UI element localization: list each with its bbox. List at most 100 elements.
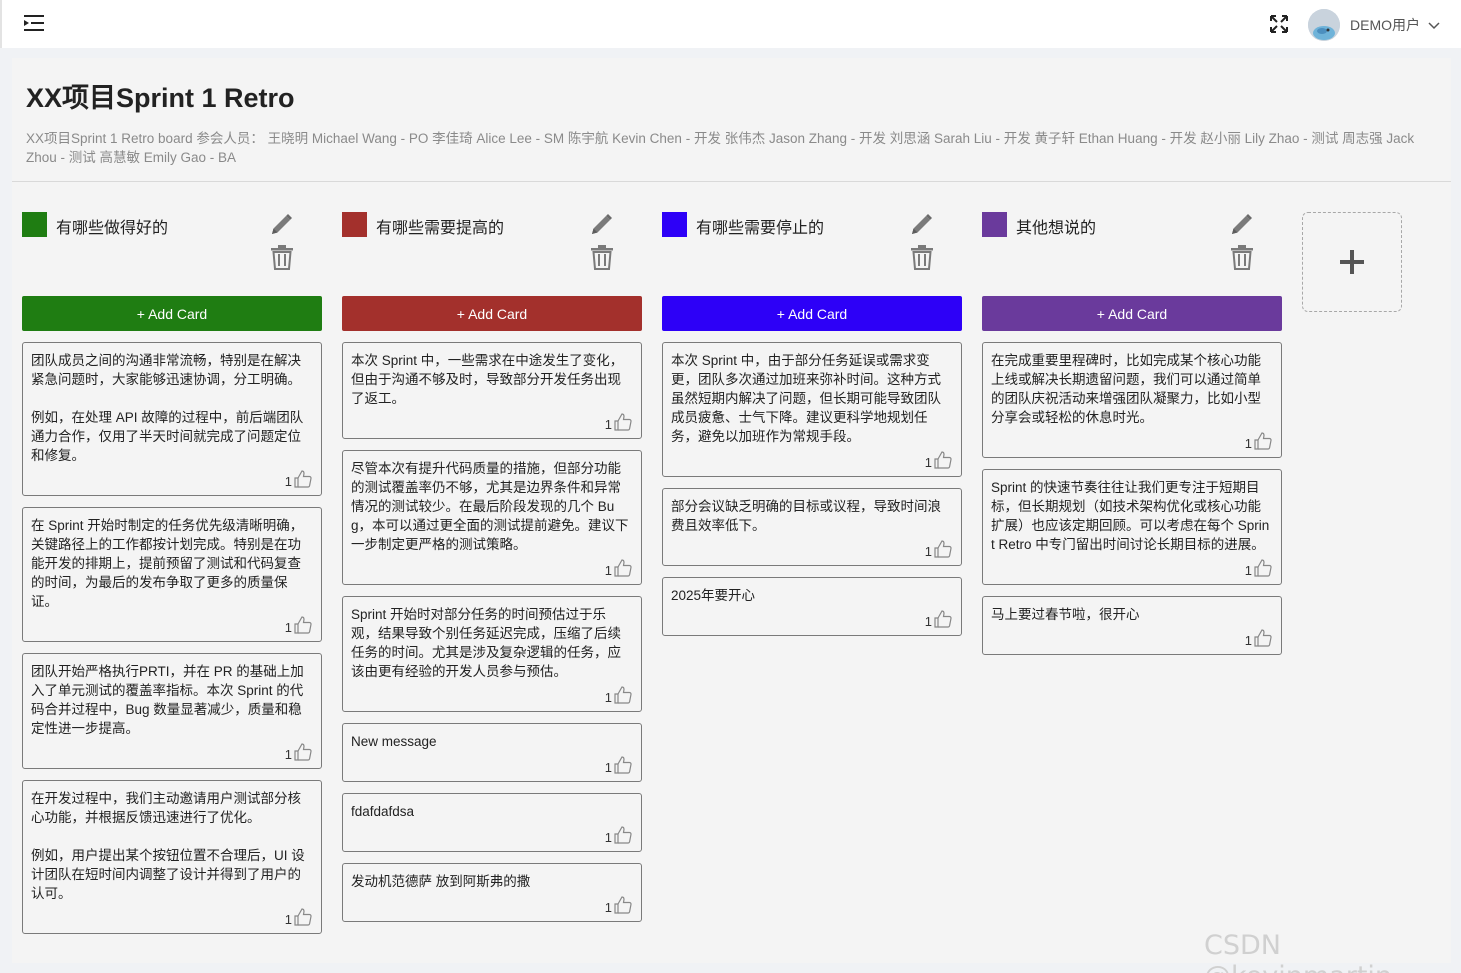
retro-card[interactable]: 发动机范德萨 放到阿斯弗的撒 1 [342,863,642,922]
column-color-swatch [662,212,687,237]
thumbs-up-icon [294,616,312,634]
retro-card[interactable]: 团队开始严格执行PRTI，并在 PR 的基础上加入了单元测试的覆盖率指标。本次 … [22,653,322,769]
retro-card[interactable]: 本次 Sprint 中，一些需求在中途发生了变化，但由于沟通不够及时，导致部分开… [342,342,642,439]
like-button[interactable]: 1 [351,410,633,432]
card-list: 团队成员之间的沟通非常流畅，特别是在解决紧急问题时，大家能够迅速协调，分工明确。… [22,342,322,945]
user-name: DEMO用户 [1350,17,1420,33]
column: 有哪些做得好的 + Add Card 团队成员之间的沟通非常流畅，特别是在解决紧… [22,212,322,934]
card-text: 2025年要开心 [671,588,756,603]
column-header: 有哪些需要提高的 [342,212,642,296]
thumbs-up-icon [614,413,632,431]
trash-icon[interactable] [590,244,614,270]
card-text: 尽管本次有提升代码质量的措施，但部分功能的测试覆盖率仍不够，尤其是边界条件和异常… [351,461,629,552]
trash-icon[interactable] [1230,244,1254,270]
board-title: XX项目Sprint 1 Retro [26,83,295,113]
like-count: 1 [604,900,612,915]
card-text: 团队成员之间的沟通非常流畅，特别是在解决紧急问题时，大家能够迅速协调，分工明确。… [31,353,304,463]
add-card-button[interactable]: + Add Card [982,296,1282,331]
retro-card[interactable]: 团队成员之间的沟通非常流畅，特别是在解决紧急问题时，大家能够迅速协调，分工明确。… [22,342,322,496]
menu-fold-icon[interactable] [24,13,46,33]
retro-card[interactable]: Sprint 的快速节奏往往让我们更专注于短期目标，但长期规划（如技术架构优化或… [982,469,1282,585]
column-header: 有哪些需要停止的 [662,212,962,296]
edit-icon[interactable] [1228,212,1254,238]
card-text: Sprint 开始时对部分任务的时间预估过于乐观，结果导致个别任务延迟完成，压缩… [351,607,621,679]
column-color-swatch [982,212,1007,237]
column-header: 有哪些做得好的 [22,212,322,296]
avatar [1308,9,1340,41]
like-count: 1 [924,544,932,559]
card-list: 本次 Sprint 中，由于部分任务延误或需求变更，团队多次通过加班来弥补时间。… [662,342,962,647]
like-count: 1 [604,690,612,705]
add-card-button[interactable]: + Add Card [22,296,322,331]
card-text: 在 Sprint 开始时制定的任务优先级清晰明确，关键路径上的工作都按计划完成。… [31,518,304,609]
thumbs-up-icon [934,540,952,558]
like-count: 1 [284,474,292,489]
like-button[interactable]: 1 [991,556,1273,578]
user-menu[interactable]: DEMO用户 [1308,9,1440,41]
like-button[interactable]: 1 [671,537,953,559]
card-text: 本次 Sprint 中，由于部分任务延误或需求变更，团队多次通过加班来弥补时间。… [671,353,941,444]
retro-card[interactable]: 本次 Sprint 中，由于部分任务延误或需求变更，团队多次通过加班来弥补时间。… [662,342,962,477]
like-count: 1 [604,563,612,578]
like-button[interactable]: 1 [31,740,313,762]
board-panel: XX项目Sprint 1 Retro XX项目Sprint 1 Retro bo… [12,58,1451,963]
thumbs-up-icon [614,896,632,914]
thumbs-up-icon [294,908,312,926]
card-text: 团队开始严格执行PRTI，并在 PR 的基础上加入了单元测试的覆盖率指标。本次 … [31,664,304,736]
card-list: 本次 Sprint 中，一些需求在中途发生了变化，但由于沟通不够及时，导致部分开… [342,342,642,933]
like-count: 1 [924,455,932,470]
like-button[interactable]: 1 [351,556,633,578]
column: 有哪些需要提高的 + Add Card 本次 Sprint 中，一些需求在中途发… [342,212,642,922]
like-button[interactable]: 1 [991,626,1273,648]
edit-icon[interactable] [268,212,294,238]
trash-icon[interactable] [910,244,934,270]
thumbs-up-icon [614,559,632,577]
board-description: XX项目Sprint 1 Retro board 参会人员： 王晓明 Micha… [26,131,1415,165]
top-bar: DEMO用户 [0,0,1461,48]
like-count: 1 [284,912,292,927]
retro-card[interactable]: fdafdafdsa 1 [342,793,642,852]
add-column-button[interactable] [1302,212,1402,312]
like-button[interactable]: 1 [31,467,313,489]
retro-card[interactable]: 在开发过程中，我们主动邀请用户测试部分核心功能，并根据反馈迅速进行了优化。 例如… [22,780,322,934]
retro-card[interactable]: 2025年要开心 1 [662,577,962,636]
card-text: New message [351,734,437,749]
retro-card[interactable]: 在完成重要里程碑时，比如完成某个核心功能上线或解决长期遗留问题，我们可以通过简单… [982,342,1282,458]
thumbs-up-icon [294,743,312,761]
retro-card[interactable]: 尽管本次有提升代码质量的措施，但部分功能的测试覆盖率仍不够，尤其是边界条件和异常… [342,450,642,585]
like-button[interactable]: 1 [31,905,313,927]
edit-icon[interactable] [588,212,614,238]
retro-card[interactable]: 在 Sprint 开始时制定的任务优先级清晰明确，关键路径上的工作都按计划完成。… [22,507,322,642]
thumbs-up-icon [294,470,312,488]
like-button[interactable]: 1 [671,607,953,629]
trash-icon[interactable] [270,244,294,270]
retro-card[interactable]: 马上要过春节啦，很开心 1 [982,596,1282,655]
retro-card[interactable]: 部分会议缺乏明确的目标或议程，导致时间浪费且效率低下。 1 [662,488,962,566]
add-card-button[interactable]: + Add Card [662,296,962,331]
like-count: 1 [1244,633,1252,648]
divider [12,181,1451,182]
like-button[interactable]: 1 [351,823,633,845]
retro-card[interactable]: New message 1 [342,723,642,782]
column-color-swatch [342,212,367,237]
retro-card[interactable]: Sprint 开始时对部分任务的时间预估过于乐观，结果导致个别任务延迟完成，压缩… [342,596,642,712]
like-count: 1 [924,614,932,629]
like-button[interactable]: 1 [991,429,1273,451]
add-card-button[interactable]: + Add Card [342,296,642,331]
edit-icon[interactable] [908,212,934,238]
like-button[interactable]: 1 [351,893,633,915]
thumbs-up-icon [1254,559,1272,577]
like-button[interactable]: 1 [31,613,313,635]
thumbs-up-icon [614,826,632,844]
column-title: 有哪些需要停止的 [696,220,825,237]
like-button[interactable]: 1 [351,683,633,705]
like-button[interactable]: 1 [351,753,633,775]
fullscreen-icon[interactable] [1270,15,1288,33]
plus-icon [1340,250,1364,274]
column-header: 其他想说的 [982,212,1282,296]
thumbs-up-icon [1254,432,1272,450]
like-button[interactable]: 1 [671,448,953,470]
thumbs-up-icon [614,756,632,774]
thumbs-up-icon [614,686,632,704]
thumbs-up-icon [1254,629,1272,647]
